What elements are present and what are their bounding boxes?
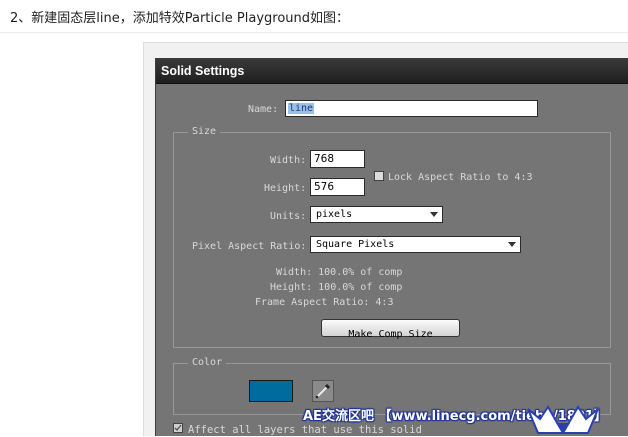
units-label: Units: xyxy=(270,211,307,222)
pixel-aspect-ratio-value: Square Pixels xyxy=(316,239,395,250)
width-label: Width: xyxy=(270,155,307,166)
page-divider xyxy=(0,32,628,33)
info-frame-aspect-text: Frame Aspect Ratio: 4:3 xyxy=(255,297,394,308)
info-width-text: Width: 100.0% of comp xyxy=(276,267,403,278)
pixel-aspect-ratio-dropdown-arrow-icon xyxy=(508,242,516,247)
lock-aspect-checkbox[interactable] xyxy=(374,171,384,181)
color-legend: Color xyxy=(188,357,227,368)
name-label: Name: xyxy=(248,104,279,115)
width-field[interactable] xyxy=(310,150,365,168)
name-value: line xyxy=(288,103,315,114)
units-select[interactable]: pixels xyxy=(310,206,443,223)
eyedropper-icon[interactable] xyxy=(312,380,334,402)
lock-aspect-label: Lock Aspect Ratio to 4:3 xyxy=(388,172,533,183)
check-icon xyxy=(174,424,182,432)
units-dropdown-arrow-icon xyxy=(430,212,438,217)
name-field[interactable]: line xyxy=(285,100,538,117)
height-label: Height: xyxy=(264,183,307,194)
size-legend: Size xyxy=(188,126,221,137)
affect-all-checkbox[interactable] xyxy=(173,423,183,433)
units-value: pixels xyxy=(316,209,353,220)
info-height-text: Height: 100.0% of comp xyxy=(270,282,403,293)
watermark-logo-icon xyxy=(527,405,599,434)
color-swatch[interactable] xyxy=(249,380,293,402)
affect-all-label: Affect all layers that use this solid xyxy=(188,424,422,436)
make-comp-size-button[interactable]: Make Comp Size xyxy=(321,319,460,340)
dialog-title: Solid Settings xyxy=(161,64,245,78)
pixel-aspect-ratio-select[interactable]: Square Pixels xyxy=(310,236,521,253)
pixel-aspect-ratio-label: Pixel Aspect Ratio: xyxy=(192,241,307,252)
height-field[interactable] xyxy=(310,178,365,196)
article-caption: 2、新建固态层line，添加特效Particle Playground如图： xyxy=(10,11,350,26)
dialog-titlebar[interactable]: Solid Settings xyxy=(156,59,628,84)
solid-settings-dialog: Solid Settings Name: line Size Width: He… xyxy=(155,58,628,436)
make-comp-size-label: Make Comp Size xyxy=(348,329,433,340)
